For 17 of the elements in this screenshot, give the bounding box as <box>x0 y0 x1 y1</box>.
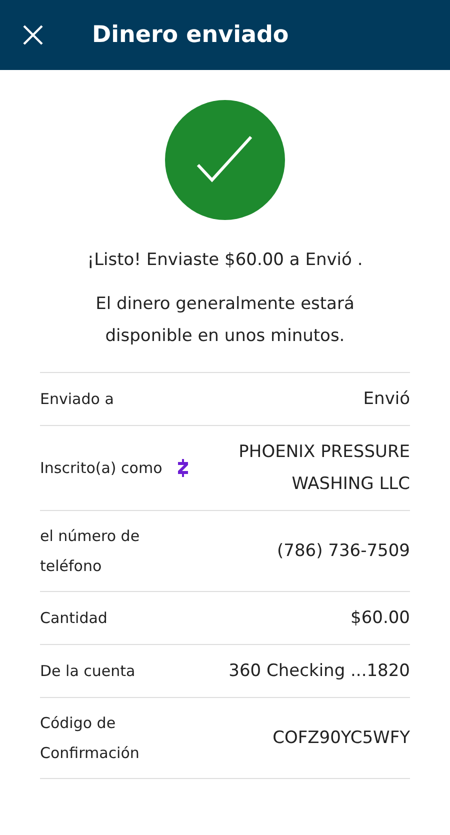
detail-label: Cantidad <box>40 608 108 629</box>
detail-label: De la cuenta <box>40 661 136 682</box>
detail-value: PHOENIX PRESSURE WASHING LLC <box>238 441 410 496</box>
zelle-icon <box>177 459 189 477</box>
detail-label: Código de Confirmación <box>40 713 140 764</box>
detail-label: Enviado a <box>40 389 115 410</box>
confirmation-message: ¡Listo! Enviaste $60.00 a Envió . <box>87 250 363 270</box>
detail-value: $60.00 <box>350 607 410 630</box>
detail-value: (786) 736-7509 <box>276 540 410 563</box>
detail-label: el número de teléfono <box>40 526 141 577</box>
detail-value: Envió <box>362 388 410 411</box>
detail-label: Inscrito(a) como <box>40 458 164 479</box>
detail-value: COFZ90YC5WFY <box>272 727 410 750</box>
availability-note: El dinero generalmente estará disponible en unos minutos. <box>94 293 356 348</box>
detail-value: 360 Checking ...1820 <box>228 660 410 683</box>
screen-title: Dinero enviado <box>92 22 289 48</box>
close-icon <box>22 24 44 46</box>
